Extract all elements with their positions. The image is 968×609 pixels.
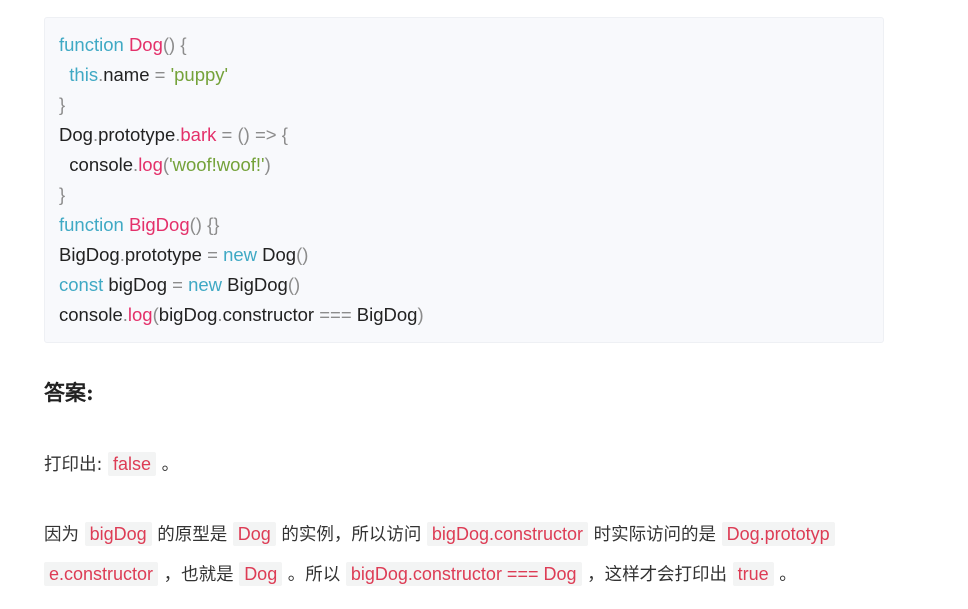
- paragraph-text: 的实例，所以访问: [275, 525, 427, 545]
- code-token: Dog: [257, 244, 297, 265]
- code-token: log: [138, 154, 163, 175]
- code-line-9: const bigDog = new BigDog(): [59, 270, 300, 300]
- code-token: prototype: [124, 244, 208, 265]
- code-token: =: [221, 124, 233, 145]
- answer-heading: 答案:: [44, 380, 94, 405]
- code-line-3: }: [59, 90, 65, 120]
- paragraph-text: 。: [156, 455, 180, 475]
- code-line-1: function Dog() {: [59, 30, 187, 60]
- code-token: console: [59, 154, 134, 175]
- code-token: =: [172, 274, 183, 295]
- paragraph-text: 的原型是: [151, 525, 233, 545]
- code-token: 'woof!woof!': [169, 154, 265, 175]
- paragraph-text: 。: [773, 565, 797, 585]
- code-token: console: [59, 304, 123, 325]
- inline-code: true: [732, 562, 774, 586]
- code-line-8: BigDog.prototype = new Dog(): [59, 240, 308, 270]
- code-token: BigDog: [222, 274, 288, 295]
- explanation-paragraph-line-1: 因为 bigDog 的原型是 Dog 的实例，所以访问 bigDog.const…: [44, 519, 835, 549]
- code-token: {}: [207, 214, 220, 235]
- inline-code: bigDog.constructor === Dog: [345, 562, 582, 586]
- code-token: {: [180, 34, 187, 55]
- code-token: (): [189, 214, 202, 235]
- code-token: (): [287, 274, 301, 295]
- code-token: 'puppy': [170, 64, 229, 85]
- code-token: ): [264, 154, 271, 175]
- code-token: log: [127, 304, 153, 325]
- explanation-paragraph-line-2: e.constructor ，也就是 Dog 。所以 bigDog.constr…: [44, 559, 797, 589]
- code-token: bigDog: [158, 304, 218, 325]
- paragraph-text: ，这样才会打印出: [581, 565, 733, 585]
- code-token: prototype: [98, 124, 176, 145]
- code-token: ===: [319, 304, 352, 325]
- code-token: BigDog: [59, 244, 120, 265]
- code-token: bigDog: [103, 274, 173, 295]
- code-token: new: [223, 244, 258, 265]
- code-token: {: [281, 124, 288, 145]
- inline-code: Dog.prototyp: [721, 522, 835, 546]
- code-token: const: [59, 274, 104, 295]
- code-line-7: function BigDog() {}: [59, 210, 219, 240]
- code-token: =: [207, 244, 218, 265]
- paragraph-text: 打印出:: [44, 455, 108, 475]
- code-token: }: [59, 94, 66, 115]
- code-block: function Dog() { this.name = 'puppy' } D…: [44, 17, 884, 343]
- code-token: Dog: [128, 34, 163, 55]
- code-token: }: [59, 184, 66, 205]
- code-token: constructor: [222, 304, 320, 325]
- code-token: Dog: [59, 124, 93, 145]
- code-line-5: console.log('woof!woof!'): [59, 150, 271, 180]
- code-token: (): [237, 124, 250, 145]
- code-line-6: }: [59, 180, 65, 210]
- inline-code: Dog: [232, 522, 276, 546]
- inline-code: false: [107, 452, 156, 476]
- code-token: new: [188, 274, 223, 295]
- inline-code: bigDog.constructor: [426, 522, 588, 546]
- paragraph-text: ，也就是: [158, 565, 240, 585]
- code-line-10: console.log(bigDog.constructor === BigDo…: [59, 300, 424, 330]
- inline-code: Dog: [239, 562, 283, 586]
- inline-code: bigDog: [84, 522, 152, 546]
- paragraph-text: 时实际访问的是: [588, 525, 722, 545]
- paragraph-text: 因为: [44, 525, 85, 545]
- code-token: name: [103, 64, 155, 85]
- inline-code: e.constructor: [44, 562, 159, 586]
- answer-paragraph-1: 打印出: false 。: [44, 449, 179, 479]
- code-token: (): [162, 34, 176, 55]
- code-token: ): [417, 304, 424, 325]
- code-token: BigDog: [128, 214, 190, 235]
- code-token: this: [69, 64, 99, 85]
- code-token: function: [59, 214, 124, 235]
- code-line-4: Dog.prototype.bark = () => {: [59, 120, 288, 150]
- code-line-2: this.name = 'puppy': [59, 60, 228, 90]
- code-token: function: [59, 34, 124, 55]
- code-token: =>: [254, 124, 277, 145]
- code-token: bark: [180, 124, 217, 145]
- code-token: BigDog: [351, 304, 418, 325]
- paragraph-text: 。所以: [282, 565, 346, 585]
- code-token: (): [296, 244, 309, 265]
- code-token: =: [154, 64, 166, 85]
